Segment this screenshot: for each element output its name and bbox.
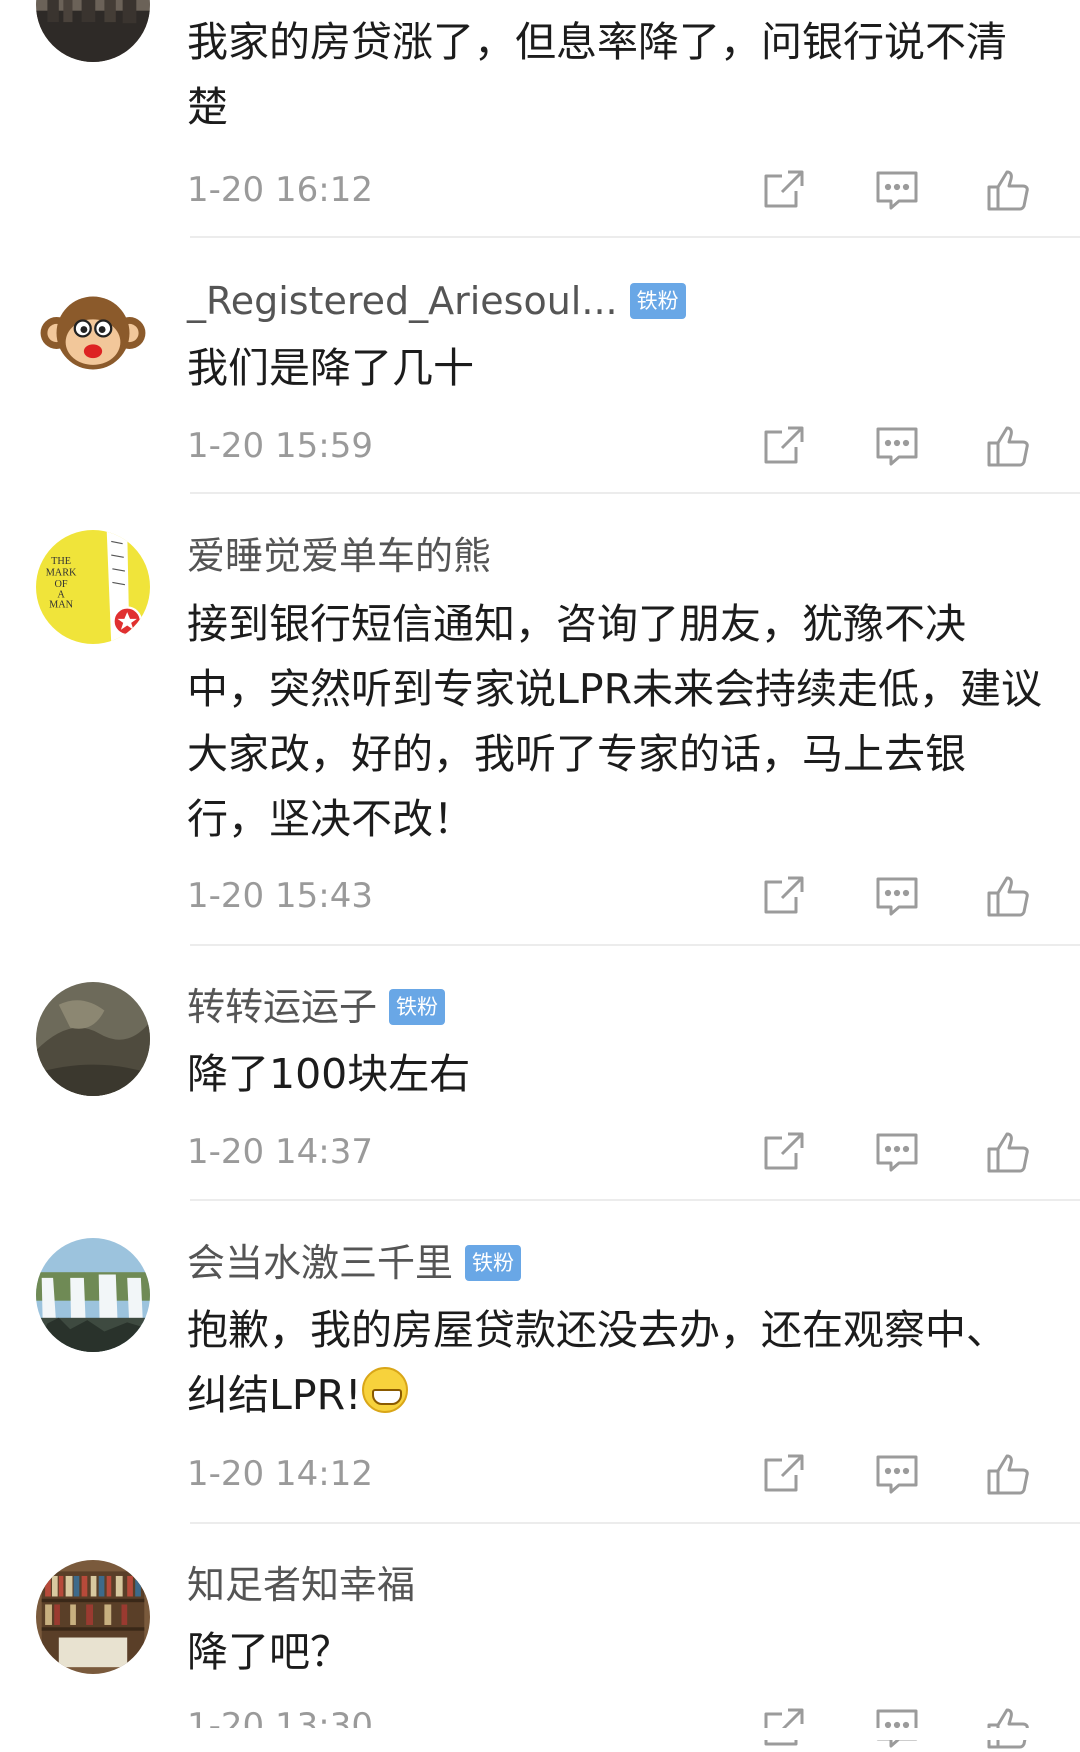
- comment-text: 抱歉，我的房屋贷款还没去办，还在观察中、纠结LPR!: [187, 1298, 1047, 1428]
- comment-text-body: 抱歉，我的房屋贷款还没去办，还在观察中、纠结LPR!: [187, 1306, 1007, 1419]
- comment-time: 1-20 16:12: [187, 170, 373, 210]
- username-row: 知足者知幸福: [187, 1560, 415, 1610]
- avatar[interactable]: [36, 1560, 150, 1674]
- username-row: 爱睡觉爱单车的熊: [187, 531, 491, 581]
- fan-badge: 铁粉: [389, 989, 446, 1025]
- divider: [190, 1199, 1080, 1201]
- username[interactable]: 爱睡觉爱单车的熊: [187, 531, 491, 581]
- comment-text: 降了100块左右: [187, 1050, 471, 1098]
- avatar[interactable]: [36, 0, 150, 62]
- share-icon[interactable]: [760, 1450, 808, 1498]
- reply-icon[interactable]: [873, 1450, 921, 1498]
- share-icon[interactable]: [760, 422, 808, 470]
- reply-icon[interactable]: [873, 166, 921, 214]
- avatar[interactable]: THE MARK OF A MAN: [36, 530, 150, 644]
- divider: [190, 236, 1080, 238]
- like-icon[interactable]: [984, 1450, 1032, 1498]
- like-icon[interactable]: [984, 1128, 1032, 1176]
- bottom-edge: [0, 1728, 1080, 1740]
- divider: [190, 944, 1080, 946]
- avatar[interactable]: [36, 1238, 150, 1352]
- username-row: 转转运运子 铁粉: [187, 982, 446, 1032]
- reply-icon[interactable]: [873, 1128, 921, 1176]
- fan-badge: 铁粉: [465, 1245, 522, 1281]
- avatar-text-line: MAN: [49, 600, 74, 611]
- avatar[interactable]: [36, 982, 150, 1096]
- like-icon[interactable]: [984, 422, 1032, 470]
- comment-text: 我们是降了几十: [187, 344, 474, 392]
- divider: [190, 1522, 1080, 1524]
- username[interactable]: _Registered_Ariesoul...: [187, 276, 618, 326]
- comment-time: 1-20 14:12: [187, 1454, 373, 1494]
- comment-text: 我家的房贷涨了，但息率降了，问银行说不清楚: [187, 18, 1007, 131]
- username-row: 会当水激三千里 铁粉: [187, 1238, 522, 1288]
- share-icon[interactable]: [760, 872, 808, 920]
- divider: [190, 492, 1080, 494]
- comment-time: 1-20 15:59: [187, 426, 373, 466]
- like-icon[interactable]: [984, 166, 1032, 214]
- share-icon[interactable]: [760, 1128, 808, 1176]
- avatar-text-line: THE: [51, 556, 71, 567]
- share-icon[interactable]: [760, 166, 808, 214]
- comment-time: 1-20 14:37: [187, 1132, 373, 1172]
- comment-text: 降了吧？: [187, 1628, 351, 1676]
- username[interactable]: 会当水激三千里: [187, 1238, 453, 1288]
- like-icon[interactable]: [984, 872, 1032, 920]
- username[interactable]: 知足者知幸福: [187, 1560, 415, 1610]
- reply-icon[interactable]: [873, 422, 921, 470]
- fan-badge: 铁粉: [629, 283, 686, 319]
- avatar-text-line: MARK: [46, 568, 77, 579]
- username-row: _Registered_Ariesoul... 铁粉: [187, 276, 686, 326]
- comment-time: 1-20 15:43: [187, 876, 373, 916]
- username[interactable]: 转转运运子: [187, 982, 377, 1032]
- comment-text: 接到银行短信通知，咨询了朋友，犹豫不决中，突然听到专家说LPR未来会持续走低，建…: [187, 600, 1043, 843]
- reply-icon[interactable]: [873, 872, 921, 920]
- avatar[interactable]: [36, 276, 150, 390]
- comment-time: 1-20 13:30: [187, 1706, 373, 1746]
- grinning-face-emoji: [361, 1367, 408, 1413]
